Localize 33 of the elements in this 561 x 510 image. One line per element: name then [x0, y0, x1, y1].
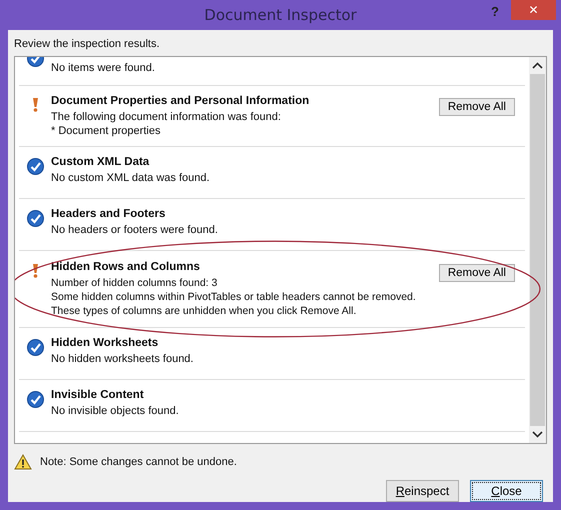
result-detail: The following document information was found: [51, 110, 282, 124]
window-title: Document Inspector [204, 6, 357, 24]
result-detail: These types of columns are unhidden when you click Remove All. [51, 304, 358, 318]
checkmark-icon [26, 210, 44, 227]
result-title: Hidden Worksheets [51, 337, 160, 349]
result-detail: Some hidden columns within PivotTables or table headers cannot be removed. [51, 290, 417, 304]
result-detail: * Document properties [51, 124, 162, 138]
close-button[interactable]: ✕ [511, 0, 556, 20]
result-detail: No custom XML data was found. [51, 171, 211, 185]
checkmark-icon [26, 158, 44, 175]
result-detail: No headers or footers were found. [51, 223, 219, 237]
result-title: Document Properties and Personal Information [51, 95, 310, 107]
result-detail: No items were found. [51, 61, 156, 75]
exclamation-icon [32, 263, 38, 279]
result-detail: No invisible objects found. [51, 404, 180, 418]
warning-icon [14, 454, 32, 470]
result-title: Invisible Content [51, 389, 145, 401]
note-text: Note: Some changes cannot be undone. [40, 456, 237, 468]
remove-all-button[interactable]: Remove All [438, 264, 515, 282]
close-dialog-button[interactable]: Close [470, 480, 543, 502]
instruction-text: Review the inspection results. [14, 38, 161, 50]
checkmark-icon [26, 339, 44, 356]
result-detail: No hidden worksheets found. [51, 352, 194, 366]
checkmark-icon [26, 391, 44, 408]
scrollbar[interactable] [529, 57, 546, 443]
result-title: Headers and Footers [51, 208, 166, 220]
result-detail: Number of hidden columns found: 3 [51, 276, 218, 290]
reinspect-button[interactable]: Reinspect [386, 480, 459, 502]
result-title: Custom XML Data [51, 156, 150, 168]
exclamation-icon [32, 97, 38, 113]
result-title: Hidden Rows and Columns [51, 261, 201, 273]
remove-all-button[interactable]: Remove All [438, 98, 515, 116]
scroll-thumb[interactable] [530, 74, 545, 426]
